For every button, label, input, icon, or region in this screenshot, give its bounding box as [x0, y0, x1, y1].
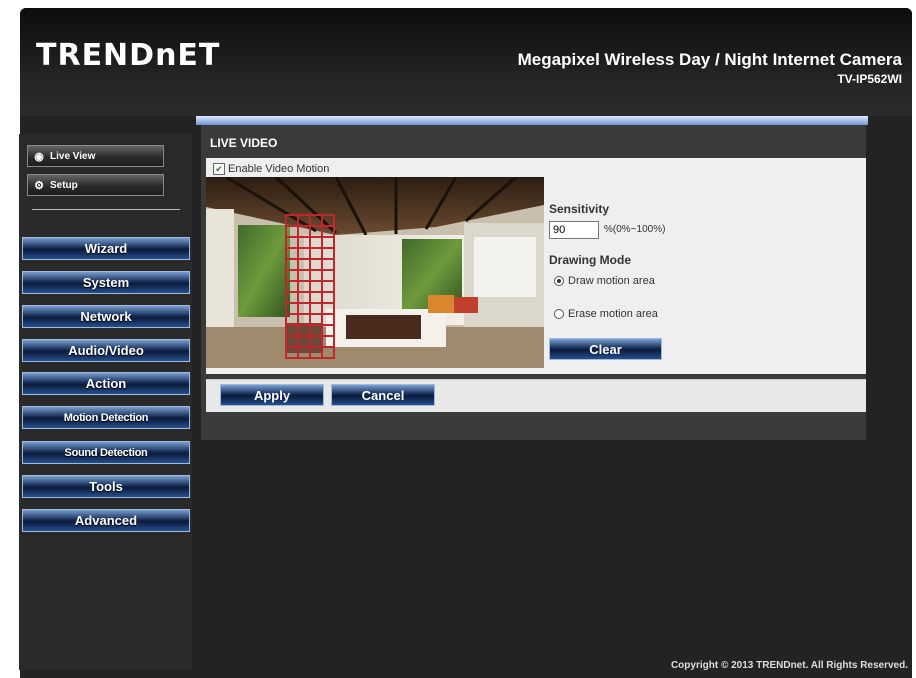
motion-grid-cell[interactable]: [321, 335, 335, 348]
motion-grid-cell[interactable]: [297, 280, 311, 293]
sidebar-item-tools[interactable]: Tools: [22, 475, 190, 498]
action-bar: Apply Cancel: [206, 379, 866, 412]
motion-grid-cell[interactable]: [285, 335, 299, 348]
motion-grid-cell[interactable]: [285, 302, 299, 315]
motion-grid-cell[interactable]: [309, 346, 323, 359]
motion-grid-cell[interactable]: [321, 225, 335, 238]
motion-grid-cell[interactable]: [321, 313, 335, 326]
motion-grid-cell[interactable]: [321, 280, 335, 293]
enable-video-motion-label: Enable Video Motion: [228, 163, 330, 175]
motion-grid-cell[interactable]: [297, 225, 311, 238]
motion-grid-cell[interactable]: [297, 302, 311, 315]
motion-grid-cell[interactable]: [297, 335, 311, 348]
motion-grid-cell[interactable]: [321, 302, 335, 315]
draw-motion-area-radio[interactable]: Draw motion area: [554, 275, 655, 287]
motion-grid-cell[interactable]: [285, 258, 299, 271]
panel-title: LIVE VIDEO: [210, 136, 278, 150]
setup-button[interactable]: ⚙ Setup: [27, 174, 164, 196]
product-title: Megapixel Wireless Day / Night Internet …: [517, 50, 902, 69]
model-number: TV-IP562WI: [837, 72, 902, 86]
setup-label: Setup: [50, 179, 78, 191]
motion-grid-cell[interactable]: [285, 291, 299, 304]
motion-grid-cell[interactable]: [309, 236, 323, 249]
motion-grid-cell[interactable]: [285, 324, 299, 337]
trendnet-logo: TRENDnET: [36, 38, 221, 73]
sidebar-item-motion-detection[interactable]: Motion Detection: [22, 406, 190, 429]
motion-grid-cell[interactable]: [309, 335, 323, 348]
motion-grid-cell[interactable]: [297, 324, 311, 337]
panel-content: ✔ Enable Video Motion Sensitivity 90 %(0…: [206, 158, 866, 374]
motion-grid-cell[interactable]: [285, 247, 299, 260]
motion-grid-cell[interactable]: [309, 214, 323, 227]
motion-grid-cell[interactable]: [321, 214, 335, 227]
apply-button[interactable]: Apply: [220, 384, 324, 406]
panel-top-strip: [196, 116, 868, 125]
sensitivity-label: Sensitivity: [549, 202, 610, 216]
erase-motion-area-radio[interactable]: Erase motion area: [554, 308, 658, 320]
sensitivity-input[interactable]: 90: [549, 221, 599, 239]
live-video-feed[interactable]: [206, 177, 544, 368]
motion-grid-cell[interactable]: [297, 214, 311, 227]
motion-grid-cell[interactable]: [297, 346, 311, 359]
motion-grid-cell[interactable]: [309, 324, 323, 337]
motion-grid-cell[interactable]: [285, 313, 299, 326]
clear-button[interactable]: Clear: [549, 338, 662, 360]
motion-grid-cell[interactable]: [297, 313, 311, 326]
motion-grid-cell[interactable]: [321, 324, 335, 337]
motion-grid-cell[interactable]: [297, 269, 311, 282]
motion-grid-cell[interactable]: [297, 291, 311, 304]
motion-grid-cell[interactable]: [297, 247, 311, 260]
cancel-button[interactable]: Cancel: [331, 384, 435, 406]
sidebar-item-network[interactable]: Network: [22, 305, 190, 328]
sidebar-item-wizard[interactable]: Wizard: [22, 237, 190, 260]
drawing-mode-label: Drawing Mode: [549, 253, 632, 267]
motion-grid-cell[interactable]: [297, 258, 311, 271]
motion-grid-cell[interactable]: [321, 291, 335, 304]
enable-video-motion[interactable]: ✔ Enable Video Motion: [213, 163, 329, 175]
motion-grid-cell[interactable]: [309, 247, 323, 260]
sidebar-item-system[interactable]: System: [22, 271, 190, 294]
erase-motion-area-label: Erase motion area: [568, 308, 658, 320]
motion-grid-cell[interactable]: [285, 225, 299, 238]
motion-grid-cell[interactable]: [309, 225, 323, 238]
motion-grid-cell[interactable]: [321, 258, 335, 271]
radio-unselected-icon: [554, 309, 564, 319]
enable-video-motion-checkbox[interactable]: ✔: [213, 163, 225, 175]
motion-grid-cell[interactable]: [285, 280, 299, 293]
motion-grid-cell[interactable]: [285, 214, 299, 227]
motion-grid-cell[interactable]: [309, 258, 323, 271]
motion-grid-cell[interactable]: [321, 247, 335, 260]
motion-grid-cell[interactable]: [285, 236, 299, 249]
sidebar-item-audio-video[interactable]: Audio/Video: [22, 339, 190, 362]
motion-grid-cell[interactable]: [309, 313, 323, 326]
motion-grid-cell[interactable]: [285, 346, 299, 359]
live-video-panel: LIVE VIDEO ✔ Enable Video Motion Sensiti…: [201, 125, 866, 440]
motion-grid-cell[interactable]: [309, 280, 323, 293]
gear-icon: ⚙: [34, 179, 44, 192]
motion-grid-cell[interactable]: [309, 269, 323, 282]
sidebar-item-sound-detection[interactable]: Sound Detection: [22, 441, 190, 464]
sidebar-item-action[interactable]: Action: [22, 372, 190, 395]
live-view-label: Live View: [50, 150, 96, 162]
copyright: Copyright © 2013 TRENDnet. All Rights Re…: [670, 660, 908, 671]
motion-grid-cell[interactable]: [321, 236, 335, 249]
motion-grid-cell[interactable]: [297, 236, 311, 249]
motion-grid-cell[interactable]: [321, 346, 335, 359]
eye-icon: ◉: [34, 150, 44, 163]
motion-grid-cell[interactable]: [285, 269, 299, 282]
sensitivity-range: %(0%~100%): [604, 224, 666, 235]
motion-area-grid[interactable]: [206, 177, 544, 368]
header: TRENDnET Megapixel Wireless Day / Night …: [20, 8, 912, 116]
live-view-button[interactable]: ◉ Live View: [27, 145, 164, 167]
motion-grid-cell[interactable]: [309, 291, 323, 304]
sidebar: [19, 134, 192, 670]
motion-grid-cell[interactable]: [309, 302, 323, 315]
radio-selected-icon: [554, 276, 564, 286]
sidebar-item-advanced[interactable]: Advanced: [22, 509, 190, 532]
sidebar-divider: [32, 209, 180, 210]
draw-motion-area-label: Draw motion area: [568, 275, 655, 287]
motion-grid-cell[interactable]: [321, 269, 335, 282]
